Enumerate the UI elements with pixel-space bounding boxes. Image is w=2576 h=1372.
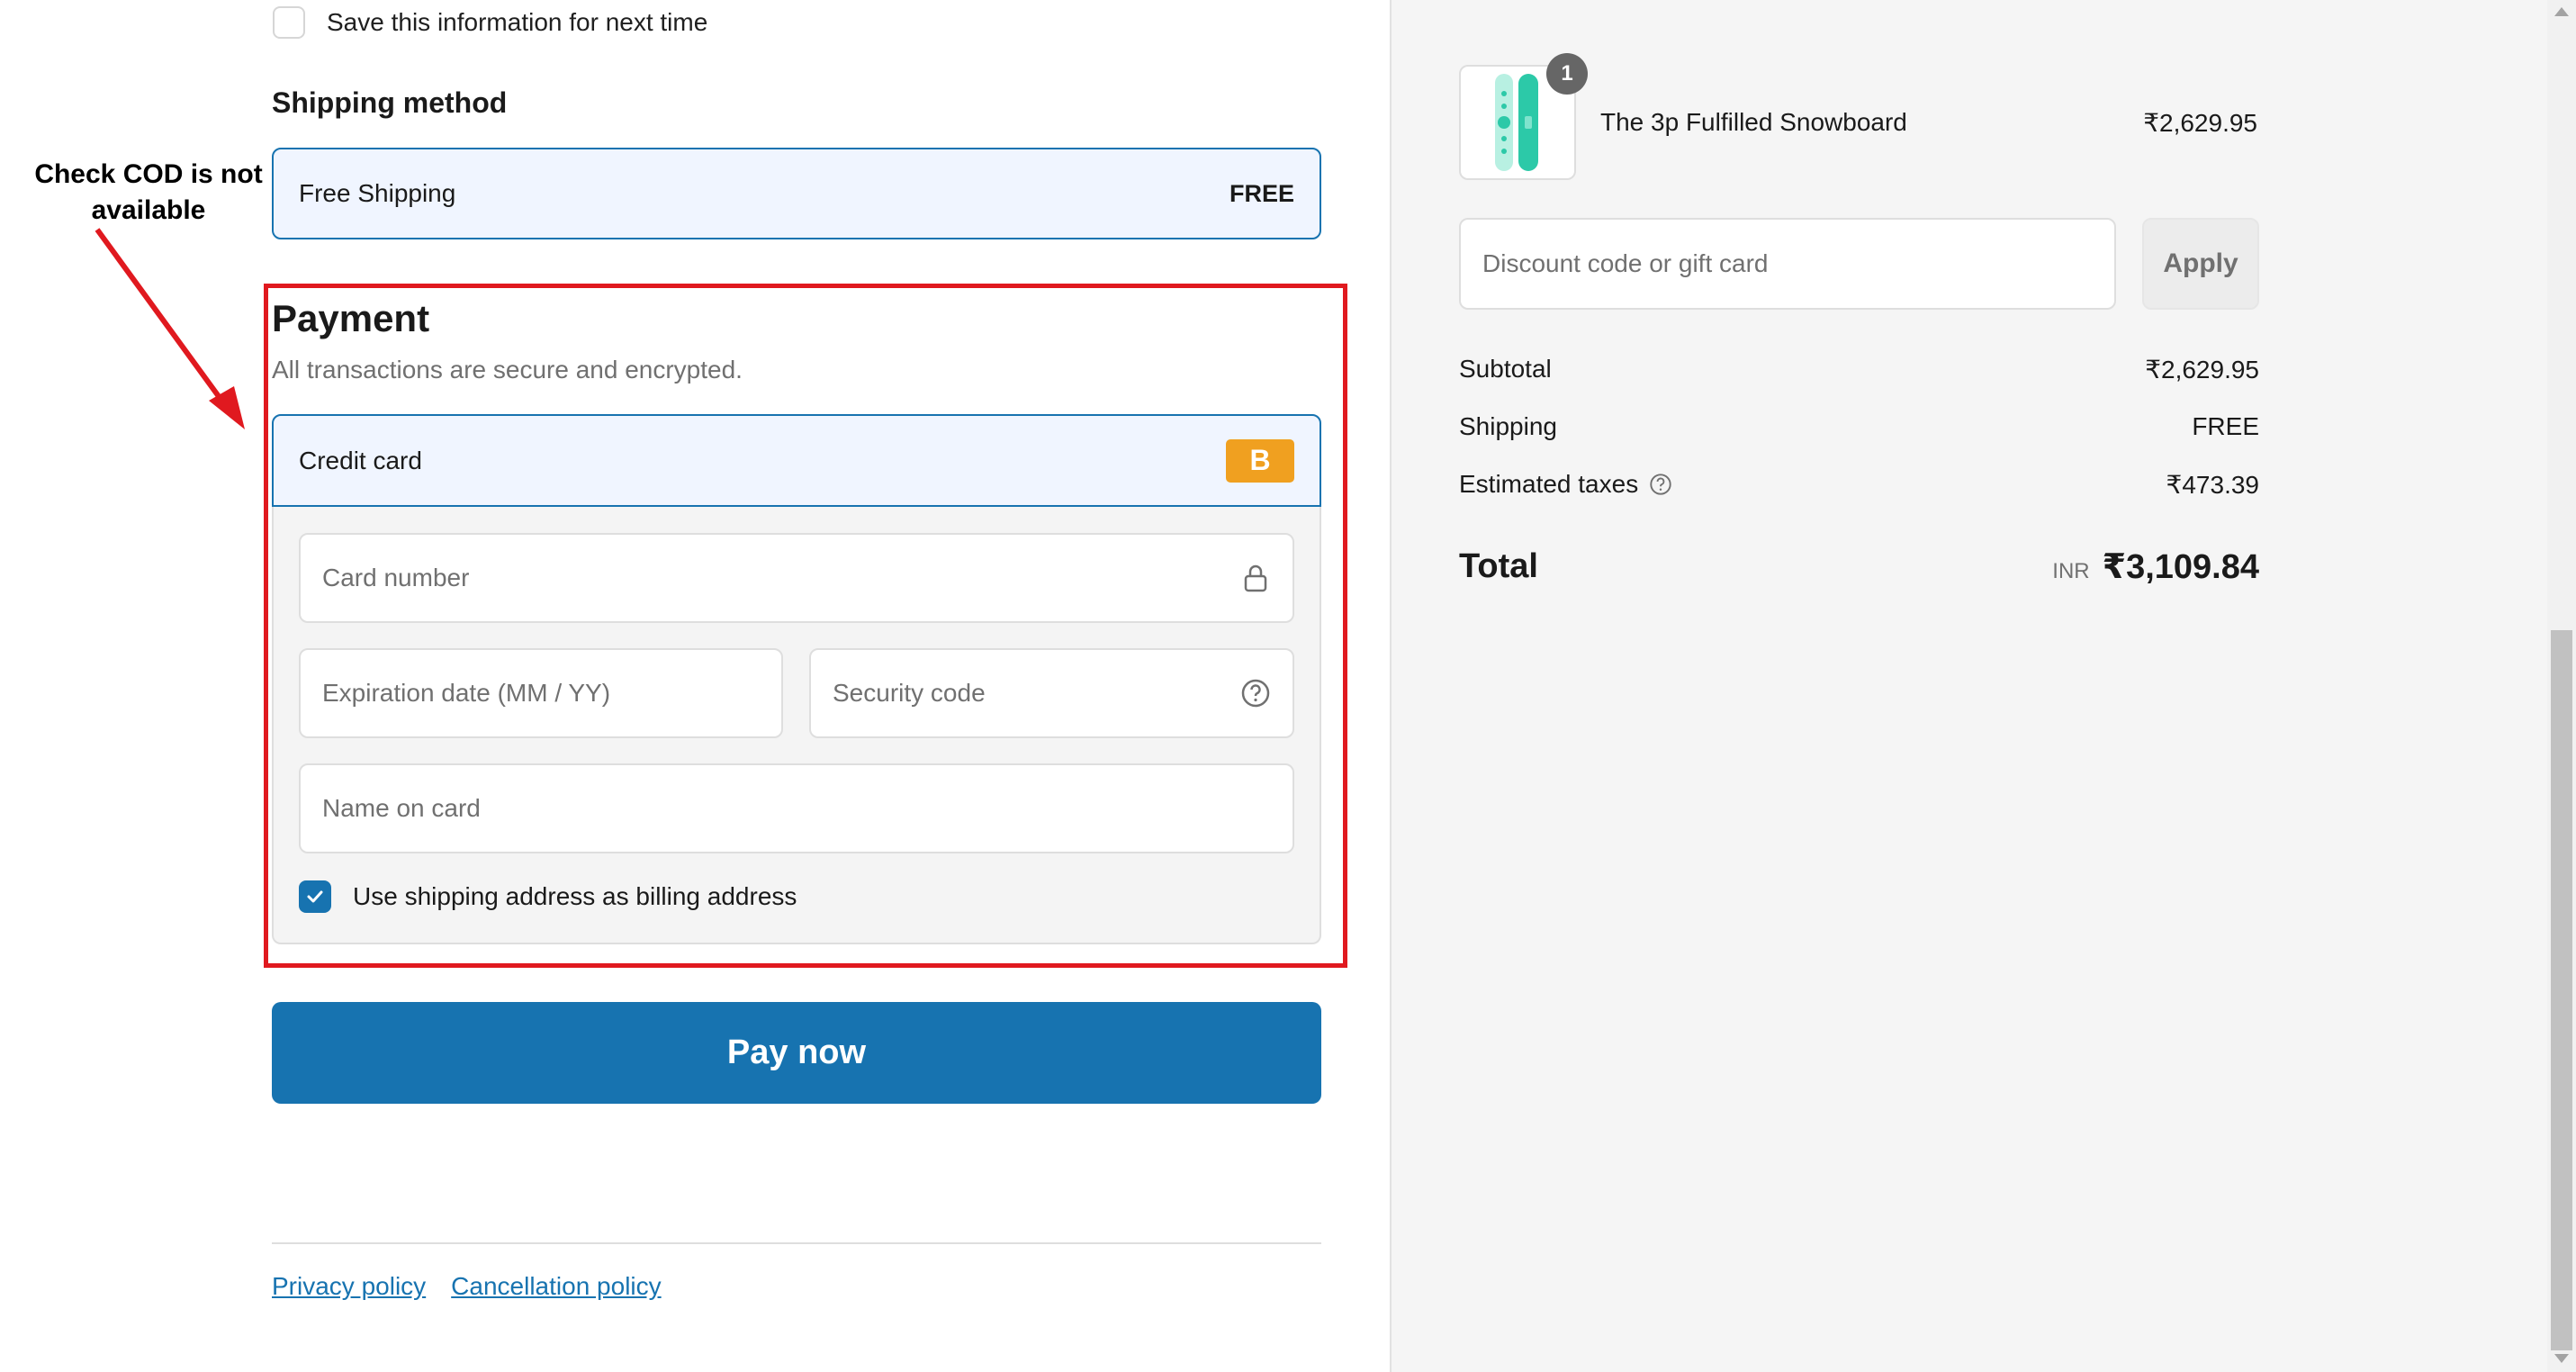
shipping-option-name: Free Shipping (299, 179, 456, 207)
save-info-row[interactable]: Save this information for next time (273, 5, 707, 40)
total-currency: INR (2052, 558, 2090, 583)
apply-discount-button[interactable]: Apply (2142, 218, 2259, 310)
total-row: Total INR ₹3,109.84 (1459, 544, 2259, 589)
name-on-card-placeholder: Name on card (322, 794, 481, 822)
shipping-row: Shipping FREE (1459, 409, 2259, 445)
billing-same-checkbox[interactable] (299, 880, 331, 913)
taxes-value: ₹473.39 (2166, 470, 2259, 499)
credit-card-label: Credit card (299, 446, 422, 474)
scroll-up-icon[interactable] (2554, 7, 2569, 16)
discount-code-input[interactable]: Discount code or gift card (1459, 218, 2116, 310)
lock-icon (1244, 564, 1267, 592)
privacy-policy-link[interactable]: Privacy policy (272, 1272, 426, 1301)
footer-divider (272, 1242, 1321, 1244)
order-summary-panel (1390, 0, 2547, 1372)
taxes-label: Estimated taxes (1459, 470, 1639, 498)
name-on-card-field[interactable]: Name on card (299, 763, 1294, 853)
save-info-label: Save this information for next time (327, 8, 708, 36)
shipping-option-free[interactable]: Free Shipping FREE (272, 148, 1321, 239)
product-title: The 3p Fulfilled Snowboard (1600, 108, 1907, 136)
total-value: ₹3,109.84 (2102, 547, 2259, 586)
footer-links: Privacy policy Cancellation policy (272, 1272, 662, 1301)
shipping-label: Shipping (1459, 412, 1557, 440)
subtotal-label: Subtotal (1459, 355, 1552, 383)
shipping-option-price: FREE (1229, 179, 1294, 207)
billing-same-row[interactable]: Use shipping address as billing address (299, 880, 797, 913)
subtotal-value: ₹2,629.95 (2145, 355, 2259, 384)
billing-same-label: Use shipping address as billing address (353, 882, 797, 910)
shipping-method-heading: Shipping method (272, 86, 508, 119)
card-number-field[interactable]: Card number (299, 533, 1294, 623)
pay-now-button[interactable]: Pay now (272, 1002, 1321, 1104)
subtotal-row: Subtotal ₹2,629.95 (1459, 351, 2259, 387)
annotation-note: Check COD is not available (34, 159, 263, 225)
discount-placeholder: Discount code or gift card (1482, 249, 1769, 277)
product-price: ₹2,629.95 (2143, 109, 2257, 137)
card-number-placeholder: Card number (322, 564, 470, 591)
expiration-date-field[interactable]: Expiration date (MM / YY) (299, 648, 783, 738)
taxes-label-group: Estimated taxes (1459, 470, 1672, 499)
shipping-value: FREE (2192, 412, 2259, 440)
checkout-page: Save this information for next time Ship… (0, 0, 2576, 1372)
taxes-row: Estimated taxes ₹473.39 (1459, 466, 2259, 502)
total-label: Total (1459, 546, 1538, 585)
checkmark-icon (307, 890, 323, 903)
security-code-placeholder: Security code (833, 679, 986, 707)
cancellation-policy-link[interactable]: Cancellation policy (451, 1272, 661, 1301)
scrollbar-thumb[interactable] (2551, 630, 2572, 1350)
save-info-checkbox[interactable] (273, 6, 305, 39)
help-circle-icon[interactable] (1649, 473, 1672, 496)
payment-method-credit-card[interactable]: Credit card B (272, 414, 1321, 507)
scroll-down-icon[interactable] (2554, 1354, 2569, 1363)
payment-heading: Payment (272, 297, 430, 339)
help-circle-icon[interactable] (1240, 678, 1271, 709)
annotation-arrow-icon (95, 228, 245, 429)
quantity-badge: 1 (1546, 53, 1588, 95)
expiration-placeholder: Expiration date (MM / YY) (322, 679, 611, 707)
total-amount-group: INR ₹3,109.84 (2052, 546, 2259, 587)
payment-subtitle: All transactions are secure and encrypte… (272, 356, 743, 384)
card-brand-badge: B (1226, 438, 1294, 483)
security-code-field[interactable]: Security code (809, 648, 1294, 738)
